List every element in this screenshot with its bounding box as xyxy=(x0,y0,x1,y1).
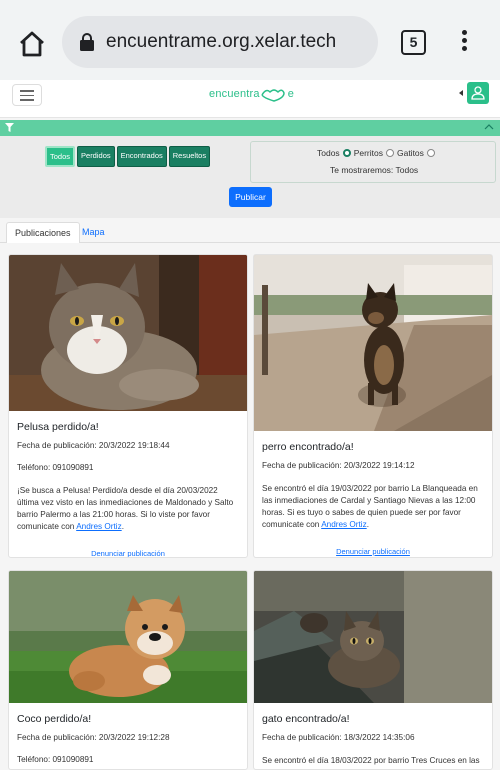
heart-logo-icon xyxy=(261,89,285,102)
chevron-up-icon[interactable] xyxy=(484,123,494,131)
filter-resueltos-button[interactable]: Resueltos xyxy=(168,146,211,167)
type-label: Todos xyxy=(317,148,340,158)
kitten-photo[interactable] xyxy=(254,571,492,703)
contact-link[interactable]: Andres Ortiz xyxy=(76,522,122,531)
tab-mapa[interactable]: Mapa xyxy=(74,222,113,243)
radio-gatitos[interactable] xyxy=(426,149,435,157)
radio-gatitos-label: Gatitos xyxy=(396,148,424,158)
post-title: gato encontrado/a! xyxy=(262,713,350,725)
post-card: perro encontrado/a! Fecha de publicación… xyxy=(253,254,493,558)
post-phone: Teléfono: 091090891 xyxy=(17,755,94,764)
post-phone: Teléfono: 091090891 xyxy=(17,463,94,472)
publish-button[interactable]: Publicar xyxy=(229,187,272,207)
logo-text: encuentra xyxy=(209,87,260,100)
filter-todos-button[interactable]: Todos xyxy=(45,146,76,167)
dog-photo[interactable] xyxy=(254,255,492,431)
url-text: encuentrame.org.xelar.tech xyxy=(106,31,337,52)
report-post-link[interactable]: Denunciar publicación xyxy=(262,547,484,556)
browser-toolbar: encuentrame.org.xelar.tech 5 xyxy=(0,0,500,80)
cat-photo[interactable] xyxy=(9,255,247,411)
filter-encontrados-button[interactable]: Encontrados xyxy=(116,146,167,167)
tab-publicaciones[interactable]: Publicaciones xyxy=(6,222,80,243)
radio-perritos-label: Perritos xyxy=(353,148,383,158)
post-card: Coco perdido/a! Fecha de publicación: 20… xyxy=(8,570,248,770)
lock-icon xyxy=(79,33,95,51)
hamburger-menu-icon[interactable] xyxy=(12,84,42,106)
user-icon[interactable] xyxy=(467,82,489,104)
showing-text: Te mostraremos: Todos xyxy=(330,165,419,175)
contact-link[interactable]: Andres Ortiz xyxy=(321,520,367,529)
filter-perdidos-button[interactable]: Perdidos xyxy=(77,146,115,167)
address-bar[interactable]: encuentrame.org.xelar.tech xyxy=(62,16,378,68)
post-description: ¡Se busca a Pelusa! Perdido/a desde el d… xyxy=(17,486,234,531)
bulldog-photo[interactable] xyxy=(9,571,247,703)
post-description-text: Se encontró el día 19/03/2022 por barrio… xyxy=(262,484,478,529)
logo-text-end: e xyxy=(287,87,295,100)
radio-gatitos-left[interactable] xyxy=(385,149,394,157)
browser-menu-icon[interactable] xyxy=(458,30,470,54)
filter-bar[interactable] xyxy=(0,120,500,136)
post-title: perro encontrado/a! xyxy=(262,441,354,453)
post-card: gato encontrado/a! Fecha de publicación:… xyxy=(253,570,493,770)
post-description: Se encontró el día 18/03/2022 por barrio… xyxy=(262,756,480,765)
tab-switcher-button[interactable]: 5 xyxy=(401,30,426,55)
view-tabs: Publicaciones Mapa xyxy=(0,220,500,243)
site-logo[interactable]: encuentra e xyxy=(209,86,294,102)
caret-left-icon xyxy=(459,90,463,96)
report-post-link[interactable]: Denunciar publicación xyxy=(17,549,239,557)
post-title: Coco perdido/a! xyxy=(17,713,92,725)
post-description: Se encontró el día 19/03/2022 por barrio… xyxy=(262,484,478,529)
status-filter-group: Todos Perdidos Encontrados Resueltos xyxy=(45,146,211,167)
app-header: encuentra e xyxy=(0,80,500,118)
post-date: Fecha de publicación: 18/3/2022 14:35:06 xyxy=(262,733,415,742)
post-title: Pelusa perdido/a! xyxy=(17,421,99,433)
home-icon[interactable] xyxy=(14,26,50,62)
pet-type-filter: Todos Perritos Gatitos Te mostraremos: T… xyxy=(250,141,496,183)
filter-icon xyxy=(5,123,14,132)
post-date: Fecha de publicación: 20/3/2022 19:12:28 xyxy=(17,733,170,742)
filter-panel: Todos Perdidos Encontrados Resueltos Tod… xyxy=(0,136,500,218)
post-description-text: ¡Se busca a Pelusa! Perdido/a desde el d… xyxy=(17,486,234,531)
post-date: Fecha de publicación: 20/3/2022 19:18:44 xyxy=(17,441,170,450)
post-date: Fecha de publicación: 20/3/2022 19:14:12 xyxy=(262,461,415,470)
radio-perritos[interactable] xyxy=(342,149,351,157)
post-card: Pelusa perdido/a! Fecha de publicación: … xyxy=(8,254,248,558)
